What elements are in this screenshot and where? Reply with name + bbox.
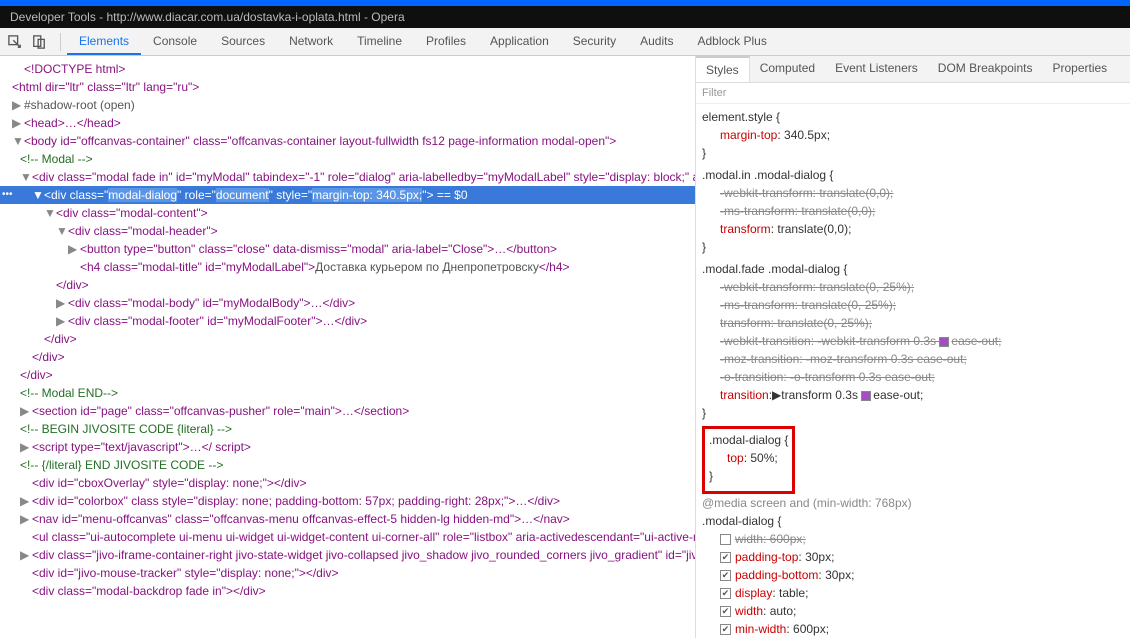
tab-security[interactable]: Security [561, 29, 628, 55]
dom-footer-div[interactable]: ▶<div class="modal-footer" id="myModalFo… [0, 312, 695, 330]
tab-adblock[interactable]: Adblock Plus [685, 29, 778, 55]
styles-filter[interactable]: Filter [696, 83, 1130, 104]
rtab-computed[interactable]: Computed [750, 56, 825, 82]
dom-nav[interactable]: ▶<nav id="menu-offcanvas" class="offcanv… [0, 510, 695, 528]
checkbox-icon[interactable] [720, 588, 731, 599]
toolbar-separator [60, 33, 61, 51]
rule-modal-in[interactable]: .modal.in .modal-dialog { -webkit-transf… [702, 166, 1124, 256]
dom-jivo-iframe[interactable]: ▶<div class="jivo-iframe-container-right… [0, 546, 695, 564]
dom-comment-modal[interactable]: <!-- Modal --> [0, 150, 695, 168]
checkbox-icon[interactable] [720, 552, 731, 563]
dom-selected-modal-dialog[interactable]: •••▼<div class="modal-dialog" role="docu… [0, 186, 695, 204]
right-tabs: Styles Computed Event Listeners DOM Brea… [696, 56, 1130, 83]
styles-panel: Styles Computed Event Listeners DOM Brea… [695, 56, 1130, 638]
selected-indicator: ••• [0, 186, 15, 203]
rule-element-style[interactable]: element.style { margin-top: 340.5px; } [702, 108, 1124, 162]
rule-modal-fade[interactable]: .modal.fade .modal-dialog { -webkit-tran… [702, 260, 1124, 422]
dom-colorbox[interactable]: ▶<div id="colorbox" class style="display… [0, 492, 695, 510]
inspect-icon[interactable] [6, 33, 24, 51]
dom-modal-close[interactable]: </div> [0, 366, 695, 384]
dom-content-close[interactable]: </div> [0, 330, 695, 348]
dom-shadow[interactable]: ▶#shadow-root (open) [0, 96, 695, 114]
tab-timeline[interactable]: Timeline [345, 29, 414, 55]
dom-modal[interactable]: ▼<div class="modal fade in" id="myModal"… [0, 168, 695, 186]
tab-audits[interactable]: Audits [628, 29, 685, 55]
dom-jivo-mouse[interactable]: <div id="jivo-mouse-tracker" style="disp… [0, 564, 695, 582]
dom-doctype[interactable]: <!DOCTYPE html> [0, 60, 695, 78]
dom-ul[interactable]: <ul class="ui-autocomplete ui-menu ui-wi… [0, 528, 695, 546]
swatch-icon [939, 337, 949, 347]
rtab-styles[interactable]: Styles [696, 56, 750, 82]
tab-profiles[interactable]: Profiles [414, 29, 478, 55]
dom-section[interactable]: ▶<section id="page" class="offcanvas-pus… [0, 402, 695, 420]
dom-backdrop[interactable]: <div class="modal-backdrop fade in"></di… [0, 582, 695, 600]
tab-application[interactable]: Application [478, 29, 561, 55]
tab-elements[interactable]: Elements [67, 29, 141, 55]
styles-list[interactable]: element.style { margin-top: 340.5px; } .… [696, 104, 1130, 638]
rtab-properties[interactable]: Properties [1042, 56, 1117, 82]
dom-tree-panel[interactable]: <!DOCTYPE html> <html dir="ltr" class="l… [0, 56, 695, 638]
dom-dialog-close[interactable]: </div> [0, 348, 695, 366]
dom-h4[interactable]: <h4 class="modal-title" id="myModalLabel… [0, 258, 695, 276]
dom-content[interactable]: ▼<div class="modal-content"> [0, 204, 695, 222]
dom-button[interactable]: ▶<button type="button" class="close" dat… [0, 240, 695, 258]
dom-script[interactable]: ▶<script type="text/javascript">…</ scri… [0, 438, 695, 456]
checkbox-icon[interactable] [720, 606, 731, 617]
dom-comment-jivo1[interactable]: <!-- BEGIN JIVOSITE CODE {literal} --> [0, 420, 695, 438]
swatch-icon [861, 391, 871, 401]
checkbox-icon[interactable] [720, 534, 731, 545]
devtools-toolbar: Elements Console Sources Network Timelin… [0, 28, 1130, 56]
dom-head[interactable]: ▶<head>…</head> [0, 114, 695, 132]
rule-modal-dialog-top[interactable]: .modal-dialog { top: 50%; } [709, 431, 788, 485]
rtab-listeners[interactable]: Event Listeners [825, 56, 928, 82]
dom-cbox[interactable]: <div id="cboxOverlay" style="display: no… [0, 474, 695, 492]
dom-comment-end[interactable]: <!-- Modal END--> [0, 384, 695, 402]
tab-console[interactable]: Console [141, 29, 209, 55]
media-query-1: @media screen and (min-width: 768px) [702, 494, 1124, 512]
checkbox-icon[interactable] [720, 570, 731, 581]
rule-media1-dialog[interactable]: .modal-dialog { width: 600px; padding-to… [702, 512, 1124, 638]
dom-body-div[interactable]: ▶<div class="modal-body" id="myModalBody… [0, 294, 695, 312]
checkbox-icon[interactable] [720, 624, 731, 635]
window-title: Developer Tools - http://www.diacar.com.… [0, 6, 1130, 28]
rtab-breakpoints[interactable]: DOM Breakpoints [928, 56, 1043, 82]
dom-header[interactable]: ▼<div class="modal-header"> [0, 222, 695, 240]
dom-comment-jivo2[interactable]: <!-- {/literal} END JIVOSITE CODE --> [0, 456, 695, 474]
main-tabs: Elements Console Sources Network Timelin… [67, 29, 779, 55]
dom-header-close[interactable]: </div> [0, 276, 695, 294]
dom-body[interactable]: ▼<body id="offcanvas-container" class="o… [0, 132, 695, 150]
tab-sources[interactable]: Sources [209, 29, 277, 55]
dom-html[interactable]: <html dir="ltr" class="ltr" lang="ru"> [0, 78, 695, 96]
tab-network[interactable]: Network [277, 29, 345, 55]
highlighted-rule-box: .modal-dialog { top: 50%; } [702, 426, 795, 494]
device-icon[interactable] [30, 33, 48, 51]
